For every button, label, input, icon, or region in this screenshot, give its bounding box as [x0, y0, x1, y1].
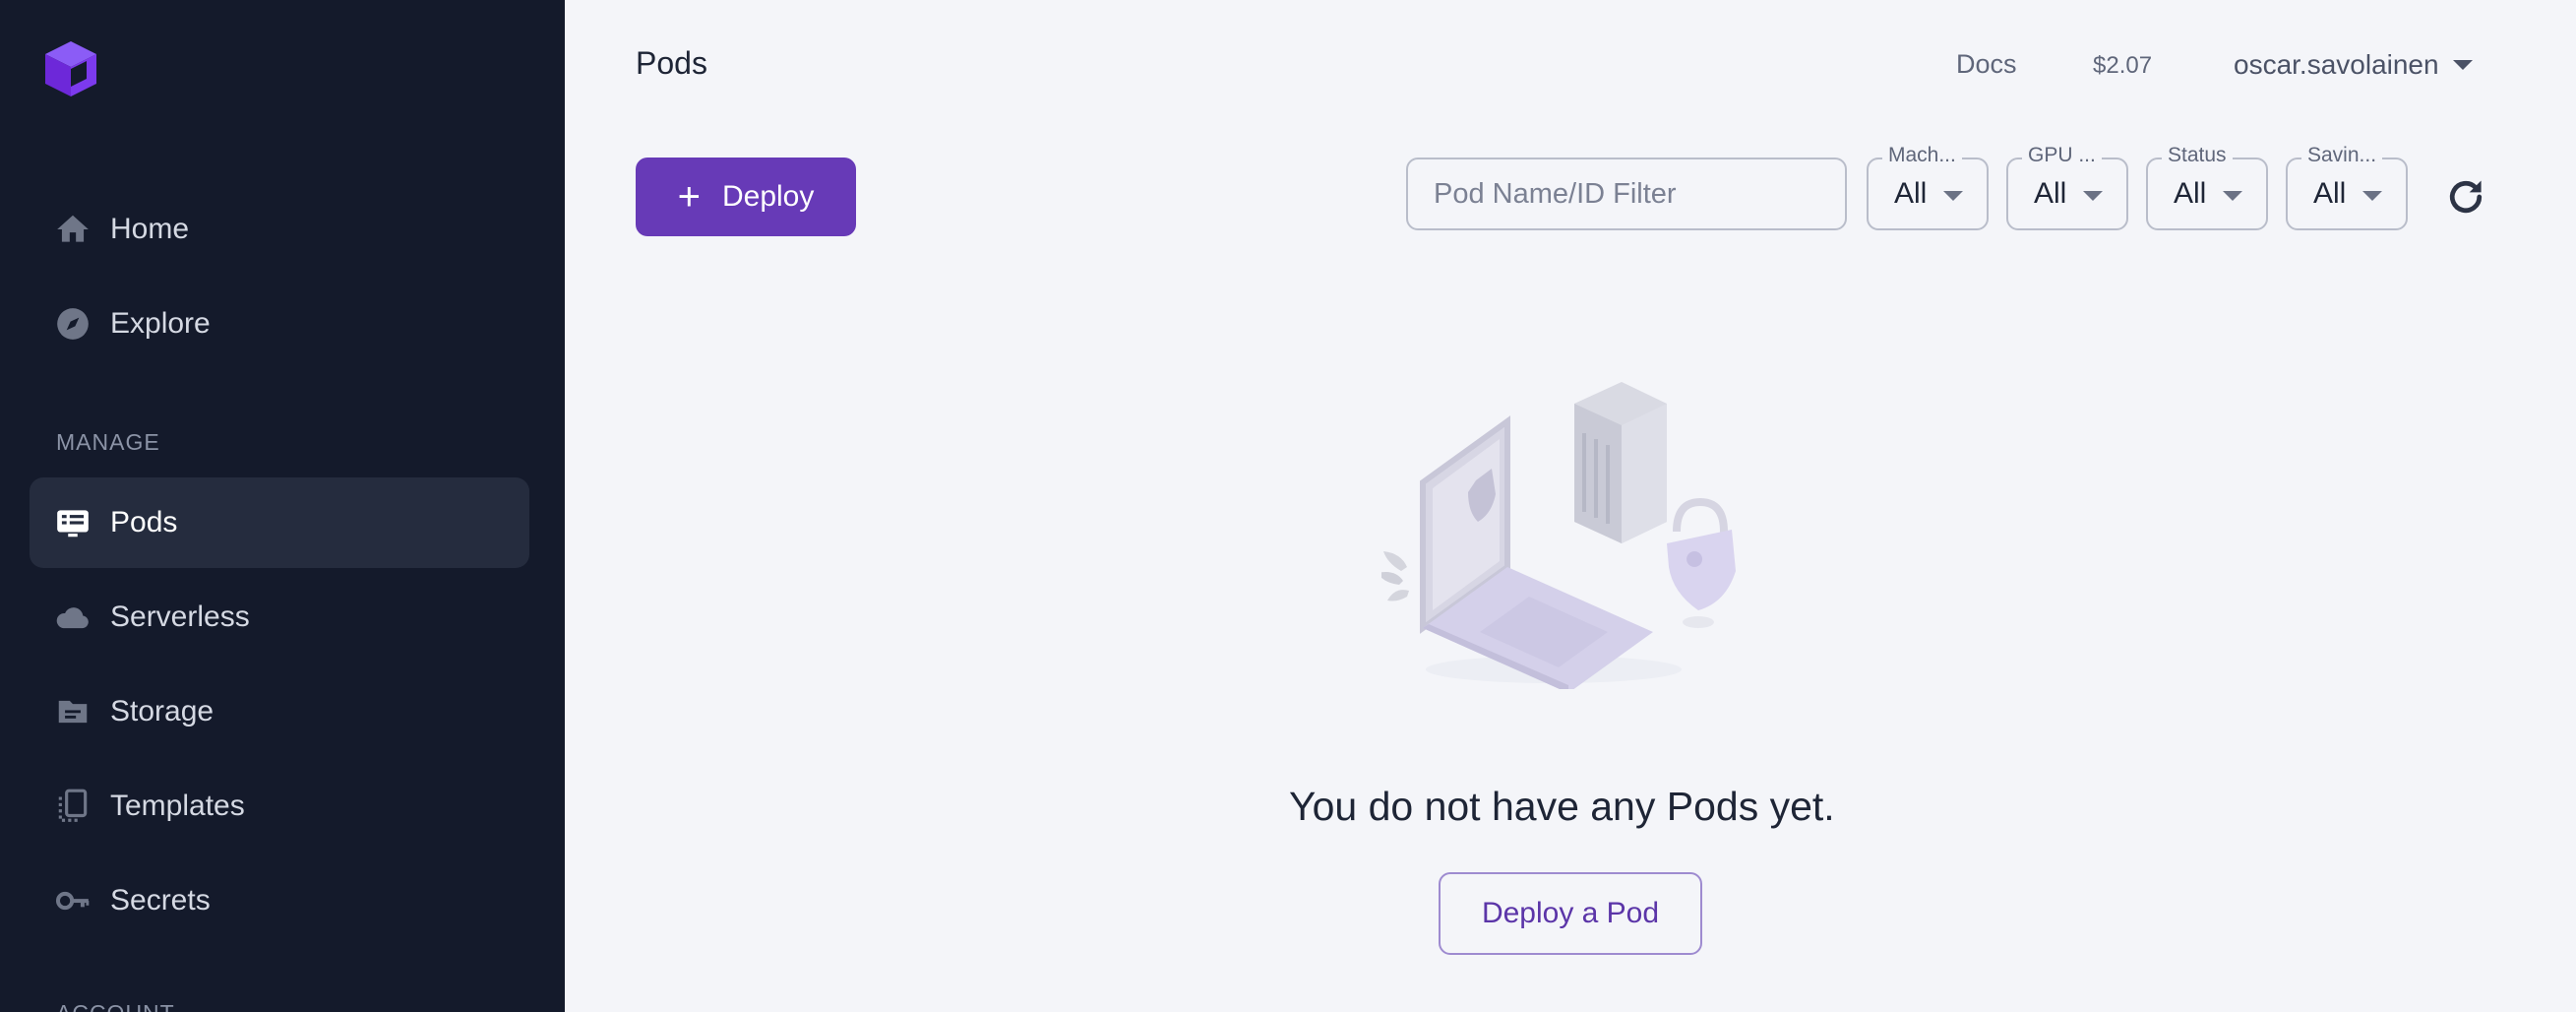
- machine-select[interactable]: Mach... All: [1867, 144, 1989, 230]
- logo-icon[interactable]: [43, 39, 98, 98]
- sidebar-item-storage[interactable]: Storage: [30, 666, 529, 757]
- status-select-value: All: [2174, 177, 2207, 210]
- deploy-a-pod-button[interactable]: Deploy a Pod: [1439, 872, 1702, 955]
- sidebar-item-home[interactable]: Home: [30, 184, 529, 275]
- sidebar-item-label: Secrets: [110, 884, 211, 917]
- user-menu[interactable]: oscar.savolainen: [2234, 49, 2473, 81]
- sidebar-item-label: Storage: [110, 695, 215, 727]
- sidebar-item-label: Templates: [110, 790, 245, 822]
- gpu-select[interactable]: GPU ... All: [2006, 144, 2128, 230]
- empty-state-illustration: [1378, 374, 1755, 693]
- chevron-down-icon: [2452, 60, 2473, 70]
- sidebar: Home Explore MANAGE Pods Serverless Stor…: [0, 0, 565, 1012]
- sidebar-item-templates[interactable]: Templates: [30, 761, 529, 852]
- sidebar-item-secrets[interactable]: Secrets: [30, 855, 529, 946]
- docs-link[interactable]: Docs: [1956, 49, 2017, 80]
- sidebar-item-label: Pods: [110, 506, 178, 538]
- sidebar-item-serverless[interactable]: Serverless: [30, 572, 529, 663]
- gpu-select-value: All: [2034, 177, 2067, 210]
- chevron-down-icon: [2362, 191, 2382, 201]
- chevron-down-icon: [1943, 191, 1963, 201]
- savings-select-value: All: [2313, 177, 2347, 210]
- sidebar-item-pods[interactable]: Pods: [30, 477, 529, 568]
- savings-select[interactable]: Savin... All: [2286, 144, 2408, 230]
- folder-icon: [53, 692, 92, 731]
- deploy-button[interactable]: + Deploy: [636, 158, 856, 236]
- gpu-select-label: GPU ...: [2022, 144, 2102, 167]
- section-label-account: ACCOUNT: [56, 1000, 175, 1012]
- status-select[interactable]: Status All: [2146, 144, 2268, 230]
- sidebar-item-explore[interactable]: Explore: [30, 279, 529, 369]
- chevron-down-icon: [2223, 191, 2242, 201]
- pod-filter-input[interactable]: Pod Name/ID Filter: [1406, 158, 1847, 230]
- section-label-manage: MANAGE: [56, 429, 160, 455]
- empty-state-message: You do not have any Pods yet.: [1289, 784, 1835, 829]
- sidebar-item-label: Serverless: [110, 601, 250, 633]
- sidebar-item-label: Explore: [110, 307, 211, 340]
- pod-filter-placeholder: Pod Name/ID Filter: [1434, 177, 1677, 210]
- machine-select-value: All: [1894, 177, 1928, 210]
- key-icon: [53, 881, 92, 920]
- home-icon: [53, 210, 92, 249]
- refresh-icon[interactable]: [2444, 175, 2487, 219]
- status-select-label: Status: [2162, 144, 2233, 167]
- balance-display[interactable]: $2.07: [2093, 52, 2152, 80]
- chevron-down-icon: [2083, 191, 2103, 201]
- pods-icon: [53, 503, 92, 542]
- templates-icon: [53, 787, 92, 826]
- machine-select-label: Mach...: [1882, 144, 1962, 167]
- compass-icon: [53, 304, 92, 344]
- page-title: Pods: [636, 45, 707, 81]
- savings-select-label: Savin...: [2301, 144, 2383, 167]
- plus-icon: +: [677, 175, 701, 219]
- deploy-button-label: Deploy: [721, 180, 815, 213]
- cloud-icon: [53, 598, 92, 637]
- username: oscar.savolainen: [2234, 49, 2439, 80]
- sidebar-item-label: Home: [110, 213, 190, 245]
